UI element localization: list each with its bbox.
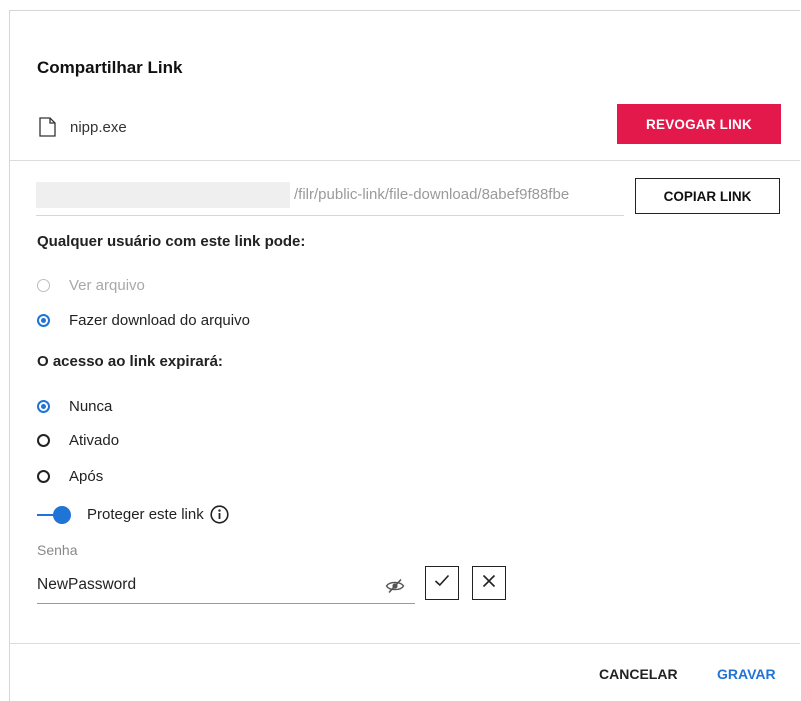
info-icon[interactable]: [210, 505, 229, 524]
radio-label: Após: [69, 468, 104, 485]
divider: [10, 160, 800, 161]
footer-divider: [10, 643, 800, 644]
share-link-dialog: Compartilhar Link nipp.exe REVOGAR LINK …: [9, 10, 800, 701]
radio-indicator: [37, 279, 50, 292]
radio-label: Fazer download do arquivo: [69, 312, 250, 329]
radio-label: Ver arquivo: [69, 277, 145, 294]
eye-slash-icon[interactable]: [385, 578, 405, 599]
permissions-heading: Qualquer usuário com este link pode:: [37, 233, 306, 250]
save-button[interactable]: GRAVAR: [717, 666, 776, 682]
protect-link-row: Proteger este link: [37, 505, 229, 524]
radio-expire-on[interactable]: Ativado: [37, 432, 119, 449]
radio-label: Nunca: [69, 398, 113, 415]
close-icon: [482, 574, 496, 593]
protect-link-toggle[interactable]: [37, 505, 73, 524]
radio-download-file[interactable]: Fazer download do arquivo: [37, 312, 250, 329]
copy-link-button[interactable]: COPIAR LINK: [635, 178, 780, 214]
radio-indicator: [37, 470, 50, 483]
password-caption: Senha: [37, 542, 78, 558]
document-icon: [39, 117, 56, 137]
password-input[interactable]: NewPassword: [37, 576, 136, 594]
radio-label: Ativado: [69, 432, 120, 449]
link-url-field[interactable]: /filr/public-link/file-download/8abef9f8…: [36, 182, 624, 216]
link-host-redacted: [36, 182, 290, 208]
protect-link-label: Proteger este link: [87, 506, 204, 523]
password-field[interactable]: NewPassword: [37, 571, 415, 604]
link-url-text: /filr/public-link/file-download/8abef9f8…: [294, 186, 570, 203]
dialog-title: Compartilhar Link: [37, 58, 183, 77]
radio-expire-after[interactable]: Após: [37, 468, 103, 485]
radio-indicator: [37, 314, 50, 327]
confirm-password-button[interactable]: [425, 566, 459, 600]
file-info: nipp.exe: [39, 117, 127, 137]
file-name: nipp.exe: [70, 118, 127, 136]
radio-view-file[interactable]: Ver arquivo: [37, 277, 145, 294]
check-icon: [434, 574, 450, 592]
radio-expire-never[interactable]: Nunca: [37, 398, 112, 415]
cancel-button[interactable]: CANCELAR: [599, 666, 678, 682]
expiration-heading: O acesso ao link expirará:: [37, 353, 223, 370]
radio-indicator: [37, 400, 50, 413]
clear-password-button[interactable]: [472, 566, 506, 600]
revoke-link-button[interactable]: REVOGAR LINK: [617, 104, 781, 144]
radio-indicator: [37, 434, 50, 447]
